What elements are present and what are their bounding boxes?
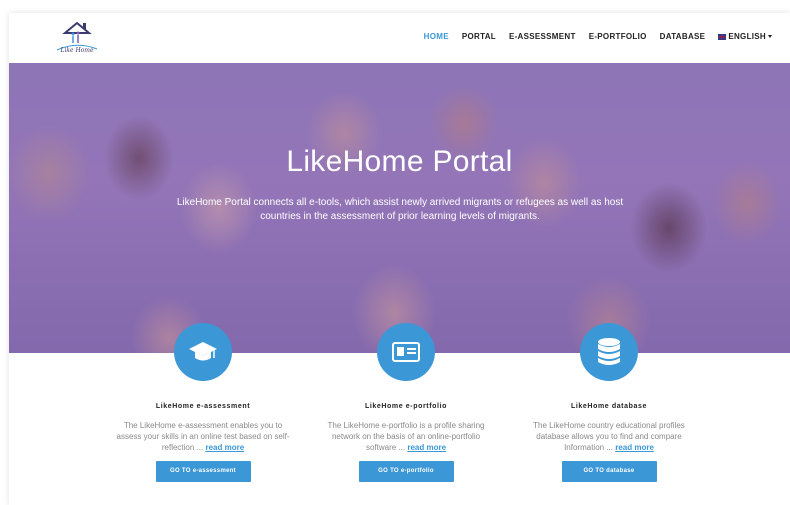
e-assessment-text: The LikeHome e-assessment enables you to… — [116, 421, 290, 452]
language-dropdown[interactable]: ENGLISH — [718, 32, 772, 41]
page-frame: Like Home HOME PORTAL E-ASSESSMENT E-POR… — [9, 13, 790, 505]
database-card: LikeHome database The LikeHome country e… — [519, 403, 699, 482]
caret-down-icon — [768, 35, 772, 39]
e-assessment-icon-circle — [174, 323, 232, 381]
database-icon — [598, 338, 620, 365]
e-assessment-title: LikeHome e-assessment — [155, 403, 251, 410]
likehome-logo[interactable]: Like Home — [53, 19, 101, 55]
e-assessment-read-more-link[interactable]: read more — [205, 443, 244, 452]
nav-e-portfolio[interactable]: E-PORTFOLIO — [589, 32, 647, 41]
e-portfolio-card: LikeHome e-portfolio The LikeHome e-port… — [316, 403, 496, 482]
nav-portal[interactable]: PORTAL — [462, 32, 496, 41]
nav-home[interactable]: HOME — [424, 32, 449, 41]
database-text: The LikeHome country educational profile… — [533, 421, 685, 452]
go-to-e-portfolio-button[interactable]: GO TO e-portfolio — [358, 461, 454, 482]
hero-banner: LikeHome Portal LikeHome Portal connects… — [9, 63, 790, 353]
e-portfolio-read-more-link[interactable]: read more — [407, 443, 446, 452]
graduation-cap-icon — [189, 342, 217, 361]
hero-text: LikeHome Portal connects all e-tools, wh… — [176, 197, 624, 222]
logo-text: Like Home — [59, 47, 94, 54]
database-title: LikeHome database — [571, 403, 647, 410]
main-nav: HOME PORTAL E-ASSESSMENT E-PORTFOLIO DAT… — [411, 32, 772, 41]
uk-flag-icon — [718, 33, 727, 40]
nav-e-assessment[interactable]: E-ASSESSMENT — [509, 32, 576, 41]
go-to-database-button[interactable]: GO TO database — [561, 461, 657, 482]
e-assessment-card: LikeHome e-assessment The LikeHome e-ass… — [113, 403, 293, 482]
e-portfolio-text: The LikeHome e-portfolio is a profile sh… — [327, 421, 485, 452]
nav-database[interactable]: DATABASE — [660, 32, 706, 41]
database-icon-circle — [580, 323, 638, 381]
site-header: Like Home HOME PORTAL E-ASSESSMENT E-POR… — [9, 13, 790, 63]
house-logo-icon: Like Home — [56, 21, 98, 54]
go-to-e-assessment-button[interactable]: GO TO e-assessment — [155, 461, 251, 482]
e-portfolio-icon-circle — [377, 323, 435, 381]
id-card-icon — [392, 342, 420, 362]
e-portfolio-title: LikeHome e-portfolio — [364, 403, 447, 410]
language-label: ENGLISH — [728, 32, 766, 41]
database-read-more-link[interactable]: read more — [615, 443, 654, 452]
hero-title: LikeHome Portal — [286, 145, 513, 178]
